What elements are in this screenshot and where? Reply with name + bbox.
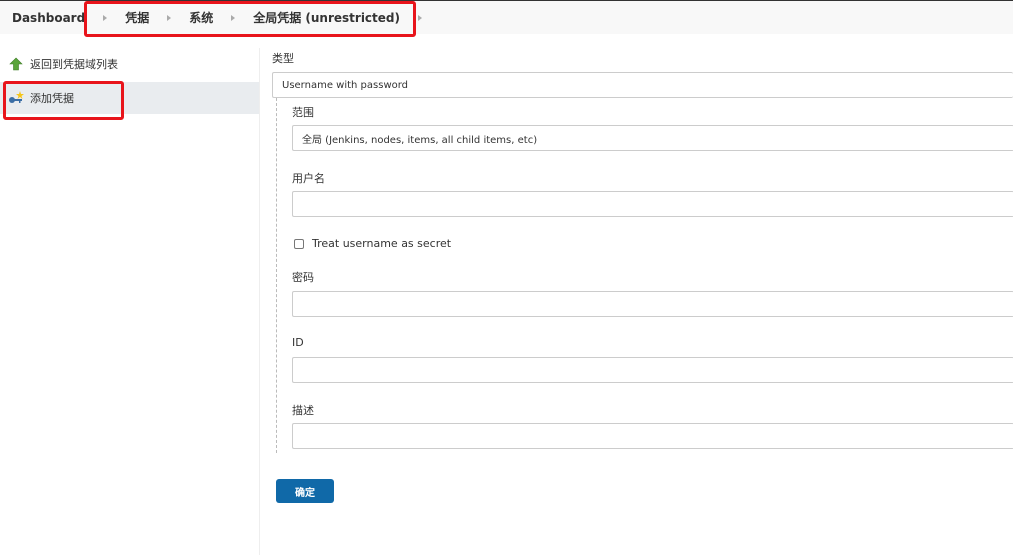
- secret-checkbox-row: Treat username as secret: [294, 237, 451, 250]
- username-label: 用户名: [292, 172, 325, 185]
- description-label: 描述: [292, 404, 314, 417]
- breadcrumb-global-credentials[interactable]: 全局凭据 (unrestricted): [241, 9, 412, 26]
- ok-button[interactable]: 确定: [276, 479, 334, 503]
- treat-username-secret-label: Treat username as secret: [312, 237, 452, 250]
- treat-username-secret-checkbox[interactable]: [294, 238, 304, 249]
- breadcrumb-separator-icon: [231, 14, 236, 21]
- breadcrumb-separator-icon: [103, 14, 108, 21]
- kind-select[interactable]: Username with password: [272, 72, 1013, 98]
- sidebar: 返回到凭据域列表 添加凭据: [0, 48, 260, 555]
- password-input[interactable]: [292, 291, 1013, 317]
- breadcrumb-separator-icon: [418, 14, 422, 21]
- username-input[interactable]: [292, 191, 1013, 217]
- kind-label: 类型: [272, 52, 294, 65]
- id-input[interactable]: [292, 357, 1013, 383]
- credential-fields-section: 范围 全局 (Jenkins, nodes, items, all child …: [276, 98, 1013, 453]
- scope-label: 范围: [292, 106, 314, 119]
- kind-select-value: Username with password: [282, 79, 409, 91]
- breadcrumb-system[interactable]: 系统: [177, 9, 225, 26]
- add-credential-icon: [8, 90, 24, 106]
- breadcrumb: Dashboard 凭据 系统 全局凭据 (unrestricted): [0, 0, 1013, 34]
- sidebar-item-back-to-domains[interactable]: 返回到凭据域列表: [0, 48, 259, 80]
- id-label: ID: [292, 336, 304, 349]
- description-input[interactable]: [292, 423, 1013, 449]
- scope-select[interactable]: 全局 (Jenkins, nodes, items, all child ite…: [292, 125, 1013, 151]
- up-arrow-icon: [8, 56, 24, 72]
- breadcrumb-credentials[interactable]: 凭据: [113, 9, 161, 26]
- sidebar-item-label: 添加凭据: [30, 92, 74, 105]
- breadcrumb-dashboard[interactable]: Dashboard: [0, 11, 97, 25]
- breadcrumb-separator-icon: [167, 14, 172, 21]
- sidebar-item-add-credential[interactable]: 添加凭据: [0, 82, 259, 114]
- password-label: 密码: [292, 271, 314, 284]
- scope-select-value: 全局 (Jenkins, nodes, items, all child ite…: [302, 134, 538, 146]
- sidebar-item-label: 返回到凭据域列表: [30, 58, 118, 71]
